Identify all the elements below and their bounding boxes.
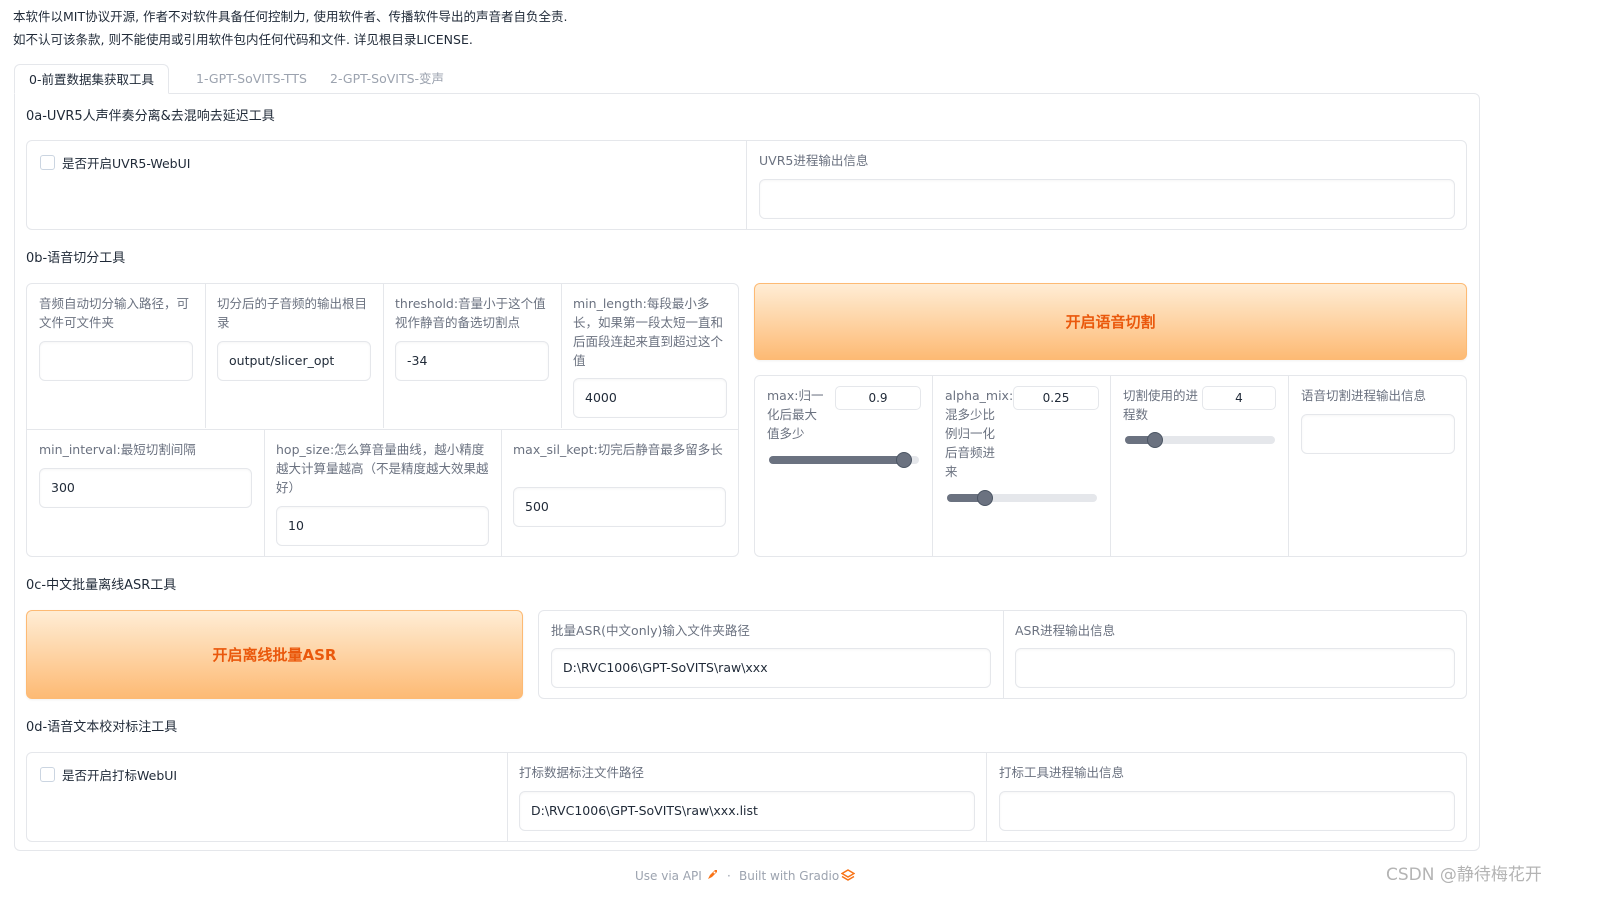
tab-gpt-sovits-voice-change[interactable]: 2-GPT-SoVITS-变声 <box>316 64 458 94</box>
use-via-api-link[interactable]: Use via API <box>635 869 702 883</box>
slicer-max-sil-kept-field[interactable]: 500 <box>513 487 726 527</box>
label-output-label: 打标工具进程输出信息 <box>999 765 1125 780</box>
slicer-sliders-group: max:归一化后最大值多少 0.9 alpha_mix:混多少比例归一化后音频进… <box>754 375 1467 557</box>
process-count-field[interactable]: 4 <box>1202 386 1276 410</box>
max-slider[interactable] <box>769 452 919 468</box>
slicer-input-path-label: 音频自动切分输入路径，可文件可文件夹 <box>39 296 190 330</box>
process-count-slider-handle[interactable] <box>1147 432 1163 448</box>
process-count-label: 切割使用的进程数 <box>1123 388 1199 422</box>
slicer-output-root-label: 切分后的子音频的输出根目录 <box>217 296 368 330</box>
start-slicing-button[interactable]: 开启语音切割 <box>754 283 1467 360</box>
slicer-output-root-field[interactable]: output/slicer_opt <box>217 341 371 381</box>
slicer-max-sil-kept-label: max_sil_kept:切完后静音最多留多长 <box>513 442 723 457</box>
slicer-threshold-label: threshold:音量小于这个值视作静音的备选切割点 <box>395 296 546 330</box>
slicer-min-interval-label: min_interval:最短切割间隔 <box>39 442 196 457</box>
max-number-field[interactable]: 0.9 <box>835 386 921 410</box>
footer-separator: · <box>727 869 731 883</box>
built-with-gradio-link[interactable]: Built with Gradio <box>739 869 839 883</box>
slicer-threshold-field[interactable]: -34 <box>395 341 549 381</box>
slicer-output-textbox[interactable] <box>1301 414 1455 454</box>
label-webui-checkbox[interactable] <box>40 767 55 782</box>
uvr5-webui-checkbox[interactable] <box>40 155 55 170</box>
slicer-hop-size-field[interactable]: 10 <box>276 506 489 546</box>
tab-gpt-sovits-tts[interactable]: 1-GPT-SoVITS-TTS <box>182 64 321 94</box>
asr-input-field[interactable]: D:\RVC1006\GPT-SoVITS\raw\xxx <box>551 648 991 688</box>
slicer-min-interval-field[interactable]: 300 <box>39 468 252 508</box>
license-notice-line-1: 本软件以MIT协议开源, 作者不对软件具备任何控制力, 使用软件者、传播软件导出… <box>13 9 568 24</box>
uvr5-row: 是否开启UVR5-WebUI UVR5进程输出信息 <box>26 140 1467 230</box>
label-tool-section-title: 0d-语音文本校对标注工具 <box>26 720 178 735</box>
alpha-mix-slider-label: alpha_mix:混多少比例归一化后音频进来 <box>945 388 1014 479</box>
alpha-mix-slider[interactable] <box>947 490 1097 506</box>
asr-row: 批量ASR(中文only)输入文件夹路径 D:\RVC1006\GPT-SoVI… <box>538 610 1467 699</box>
label-output-textbox[interactable] <box>999 791 1455 831</box>
uvr5-output-label: UVR5进程输出信息 <box>759 153 869 168</box>
asr-output-label: ASR进程输出信息 <box>1015 623 1116 638</box>
label-path-label: 打标数据标注文件路径 <box>519 765 645 780</box>
rocket-icon <box>705 868 719 885</box>
uvr5-output-textbox[interactable] <box>759 179 1455 219</box>
uvr5-webui-checkbox-label[interactable]: 是否开启UVR5-WebUI <box>62 153 190 172</box>
alpha-mix-slider-handle[interactable] <box>976 490 993 506</box>
slicer-output-label: 语音切割进程输出信息 <box>1301 388 1427 403</box>
label-webui-checkbox-label[interactable]: 是否开启打标WebUI <box>62 765 177 784</box>
label-tool-row: 是否开启打标WebUI 打标数据标注文件路径 D:\RVC1006\GPT-So… <box>26 752 1467 842</box>
uvr5-section-title: 0a-UVR5人声伴奏分离&去混响去延迟工具 <box>26 109 275 124</box>
tab-dataset-tools[interactable]: 0-前置数据集获取工具 <box>14 64 169 94</box>
asr-input-label: 批量ASR(中文only)输入文件夹路径 <box>551 623 750 638</box>
max-slider-handle[interactable] <box>896 452 912 468</box>
asr-output-textbox[interactable] <box>1015 648 1455 688</box>
slicer-min-length-label: min_length:每段最小多长，如果第一段太短一直和后面段连起来直到超过这个… <box>573 296 724 368</box>
asr-section-title: 0c-中文批量离线ASR工具 <box>26 578 177 593</box>
slicer-params-group: 音频自动切分输入路径，可文件可文件夹 切分后的子音频的输出根目录 output/… <box>26 283 739 557</box>
start-asr-button[interactable]: 开启离线批量ASR <box>26 610 523 699</box>
process-count-slider[interactable] <box>1125 432 1275 448</box>
csdn-watermark: CSDN @静待梅花开 <box>1386 865 1542 885</box>
label-path-field[interactable]: D:\RVC1006\GPT-SoVITS\raw\xxx.list <box>519 791 975 831</box>
gradio-logo-icon <box>840 869 856 886</box>
slicer-section-title: 0b-语音切分工具 <box>26 251 126 266</box>
slicer-input-path-field[interactable] <box>39 341 193 381</box>
slicer-min-length-field[interactable]: 4000 <box>573 378 727 418</box>
alpha-mix-number-field[interactable]: 0.25 <box>1013 386 1099 410</box>
max-slider-label: max:归一化后最大值多少 <box>767 388 824 441</box>
license-notice-line-2: 如不认可该条款, 则不能使用或引用软件包内任何代码和文件. 详见根目录LICEN… <box>13 32 473 47</box>
slicer-hop-size-label: hop_size:怎么算音量曲线，越小精度越大计算量越高（不是精度越大效果越好） <box>276 442 489 495</box>
